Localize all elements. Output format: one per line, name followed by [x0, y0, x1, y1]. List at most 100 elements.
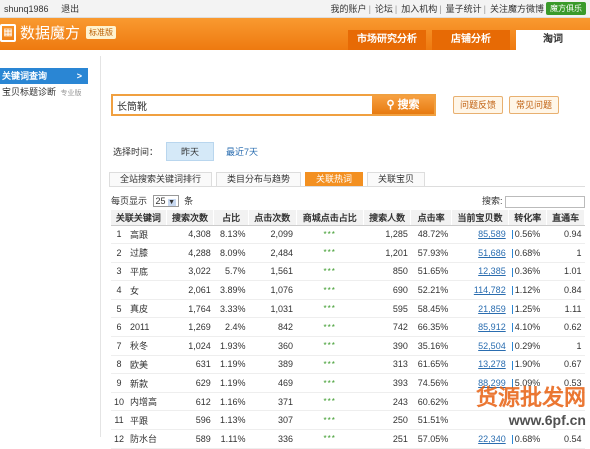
col-ztc[interactable]: 直通车	[546, 210, 585, 226]
mall-share-cell: ***	[296, 280, 364, 300]
searchers-cell: 243	[363, 392, 411, 412]
keyword-cell[interactable]: 过膝	[127, 243, 167, 263]
sidebar-item-title-diagnosis[interactable]: 宝贝标题诊断 专业版	[0, 84, 88, 100]
link-join-org[interactable]: 加入机构	[401, 2, 437, 15]
item-count-cell[interactable]: 13,278	[451, 355, 509, 375]
search-button[interactable]: ⚲ 搜索	[372, 96, 434, 114]
col-conversion[interactable]: 转化率	[508, 210, 548, 226]
col-search-count[interactable]: 搜索次数	[166, 210, 215, 226]
row-index: 10	[111, 392, 128, 412]
item-count-cell[interactable]: 21,859	[451, 299, 509, 319]
keyword-cell[interactable]: 防水台	[127, 429, 167, 449]
share-cell-text: 1.19%	[220, 378, 246, 389]
tab-market-research[interactable]: 市场研究分析	[348, 30, 426, 50]
time-yesterday[interactable]: 昨天	[166, 142, 215, 161]
ctr-cell: 57.93%	[410, 243, 452, 263]
time-last7days[interactable]: 最近7天	[226, 145, 258, 158]
keyword-cell-text: 防水台	[130, 434, 158, 445]
sidebar-item-keyword-query[interactable]: 关键词查询 >	[0, 68, 88, 84]
ctr-cell: 48.72%	[410, 225, 452, 245]
link-stats[interactable]: 量子统计	[446, 2, 482, 15]
item-count-cell[interactable]: 85,589	[451, 225, 509, 245]
keyword-cell[interactable]: 平跟	[127, 410, 167, 431]
keyword-cell[interactable]: 欧美	[127, 355, 167, 375]
page-size-select[interactable]: 25 ▼	[152, 195, 179, 208]
keyword-cell[interactable]: 高跟	[127, 225, 167, 245]
col-keyword[interactable]: 关联关键词	[111, 210, 167, 226]
item-count-cell[interactable]: 85,912	[451, 317, 509, 338]
keyword-cell[interactable]: 内增高	[127, 392, 167, 412]
row-index: 8	[111, 355, 128, 375]
mall-share-cell: ***	[296, 336, 364, 356]
keyword-cell[interactable]: 平底	[127, 262, 167, 282]
col-searchers[interactable]: 搜索人数	[363, 210, 412, 226]
logo-text: 数据魔方	[20, 25, 81, 42]
searchers-cell-text: 742	[392, 322, 408, 333]
searchers-cell: 250	[363, 410, 411, 431]
logo[interactable]: ▦ 数据魔方 标准版	[0, 22, 117, 43]
click-count-cell-text: 2,484	[270, 247, 294, 258]
username[interactable]: shunq1986	[4, 4, 49, 14]
faq-button[interactable]: 常见问题	[509, 96, 560, 114]
keyword-cell[interactable]: 女	[127, 280, 167, 300]
logout-link[interactable]: 退出	[61, 4, 79, 14]
conversion-cell-text: 4.10%	[514, 322, 541, 333]
keyword-cell[interactable]: 2011	[127, 317, 167, 338]
col-item-count[interactable]: 当前宝贝数	[451, 210, 510, 226]
item-count-cell[interactable]: 22,340	[451, 429, 509, 449]
feedback-button[interactable]: 问题反馈	[453, 96, 504, 114]
keyword-cell-text: 过膝	[130, 248, 149, 259]
mall-share-cell: ***	[296, 355, 364, 375]
mall-share-cell: ***	[296, 373, 364, 393]
link-my-account[interactable]: 我的账户	[331, 2, 367, 15]
item-count-cell[interactable]: 114,782	[451, 280, 509, 300]
searchers-cell-text: 595	[392, 303, 408, 314]
item-count-cell-text: 85,912	[478, 322, 506, 333]
col-ctr[interactable]: 点击率	[410, 210, 452, 226]
keyword-cell[interactable]: 新款	[127, 373, 167, 393]
conversion-cell-text: 0.68%	[514, 247, 541, 258]
col-share[interactable]: 占比	[213, 210, 250, 226]
tab-keyword-rank[interactable]: 全站搜索关键词排行	[109, 172, 213, 186]
row-index: 5	[111, 299, 128, 319]
filter-input[interactable]	[505, 195, 585, 208]
col-click-count[interactable]: 点击次数	[248, 210, 297, 226]
searchers-cell: 850	[363, 262, 411, 282]
share-cell-text: 5.7%	[225, 266, 246, 277]
link-forum[interactable]: 论坛	[375, 2, 393, 15]
conversion-cell: 0.36%	[508, 262, 547, 282]
ctr-cell: 74.56%	[410, 373, 452, 393]
search-count-cell: 629	[166, 373, 214, 393]
mall-share-cell-text: ***	[323, 285, 336, 295]
click-count-cell-text: 371	[278, 396, 294, 407]
item-count-cell-text: 12,385	[478, 266, 506, 277]
share-cell: 1.19%	[213, 373, 249, 393]
link-weibo[interactable]: 关注魔方微博	[490, 2, 544, 15]
search-count-cell: 631	[166, 355, 214, 375]
item-count-cell-text: 85,589	[478, 229, 506, 240]
share-cell: 8.13%	[213, 225, 249, 245]
tab-related-items[interactable]: 关联宝贝	[367, 172, 426, 186]
tab-shop-analysis[interactable]: 店铺分析	[432, 30, 510, 50]
table-row: 2 过膝 4,288 8.09% 2,484 *** 1,201 57.93% 51,686 0.…	[111, 243, 585, 263]
item-count-cell[interactable]: 12,385	[451, 262, 509, 282]
tab-related-words[interactable]: 关联热词	[305, 172, 364, 186]
row-index-text: 11	[114, 415, 124, 426]
row-index: 11	[111, 410, 128, 431]
item-count-cell[interactable]: 52,504	[451, 336, 509, 356]
tab-taoci[interactable]: 淘词	[516, 30, 590, 50]
club-badge[interactable]: 魔方俱乐	[546, 2, 586, 15]
search-input[interactable]	[113, 96, 368, 114]
keyword-cell[interactable]: 秋冬	[127, 336, 167, 356]
keyword-cell[interactable]: 真皮	[127, 299, 167, 319]
item-count-cell[interactable]: 51,686	[451, 243, 509, 263]
row-index-text: 5	[116, 303, 122, 314]
ctr-cell: 35.16%	[410, 336, 452, 356]
logo-icon: ▦	[0, 23, 16, 42]
tab-category-trend[interactable]: 类目分布与趋势	[216, 172, 302, 186]
page-size-value: 25	[155, 196, 166, 207]
col-mall-click-share[interactable]: 商城点击占比	[296, 210, 364, 226]
ztc-cell-text: 1.11	[564, 303, 582, 314]
mall-share-cell: ***	[296, 299, 364, 319]
ctr-cell-text: 51.51%	[417, 415, 449, 426]
